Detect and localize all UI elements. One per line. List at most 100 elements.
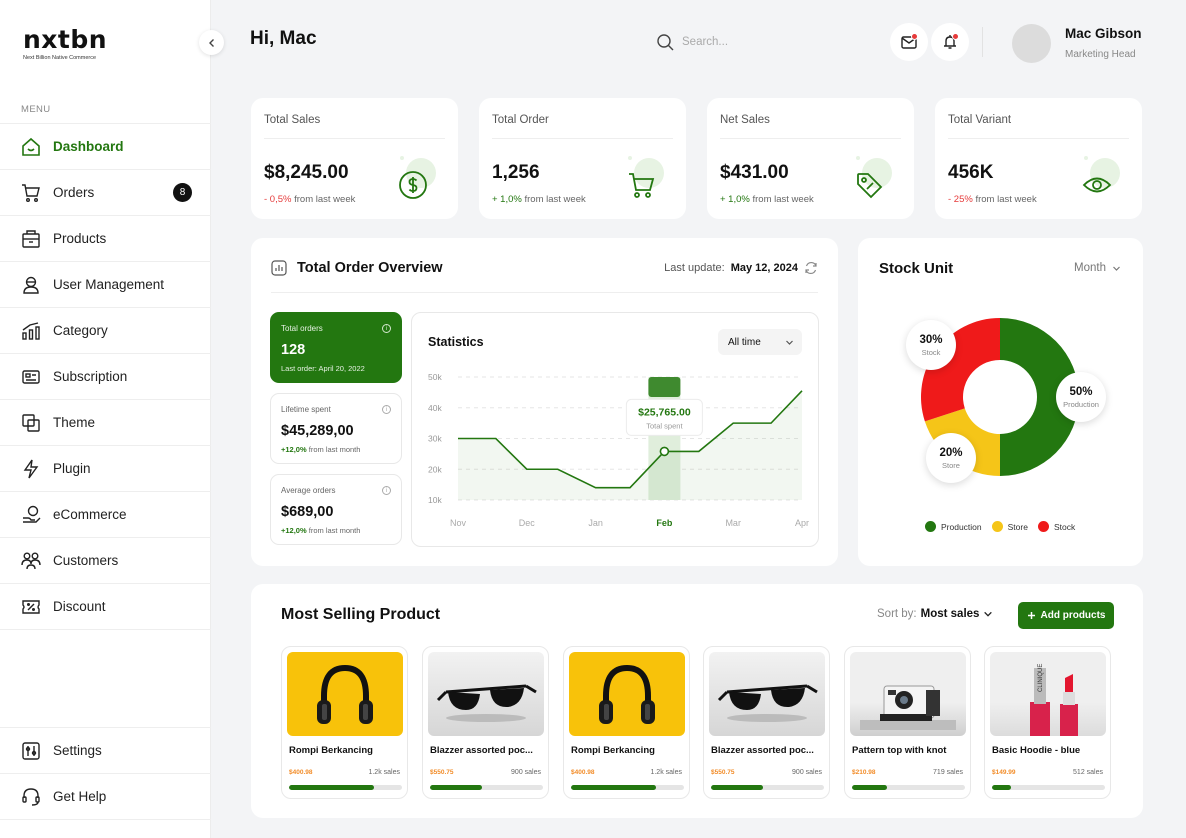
refresh-icon[interactable] [804,261,818,275]
last-update-date: May 12, 2024 [730,262,798,274]
search-placeholder: Search... [682,36,729,48]
layers-icon [21,413,41,433]
stat-change-value: + 1,0% [492,194,522,205]
user-role: Marketing Head [1065,49,1136,60]
stat-title: Total Sales [264,114,321,126]
slice-name: Store [942,460,960,470]
sidebar-item-subscription[interactable]: Subscription [0,354,211,400]
y-tick-label: 50k [428,372,442,382]
product-image[interactable] [709,652,825,736]
mini-value: $689,00 [281,504,334,520]
stock-label-bubble: 30% Stock [906,320,956,370]
add-products-button[interactable]: Add products [1018,602,1114,629]
product-name[interactable]: Blazzer assorted poc... [711,745,827,756]
sidebar-item-ecommerce[interactable]: eCommerce [0,492,211,538]
sidebar-item-plugin[interactable]: Plugin [0,446,211,492]
stat-change-value: - 25% [948,194,973,205]
brand-logo[interactable]: nxtbn Next Billion Native Commerce [23,25,108,62]
product-name[interactable]: Pattern top with knot [852,745,968,756]
slice-value: 30% [919,333,943,346]
user-name[interactable]: Mac Gibson [1065,26,1142,41]
mini-change: +12,0% [281,526,307,535]
lightning-icon [21,459,41,479]
sidebar-item-theme[interactable]: Theme [0,400,211,446]
stat-title: Total Variant [948,114,1012,126]
mini-value: $45,289,00 [281,423,354,439]
brand-name: nxtbn [23,25,108,54]
info-icon[interactable]: i [382,486,391,495]
legend-item: Production [925,521,982,532]
sales-progress-bar [289,785,402,790]
stat-change-value: + 1,0% [720,194,750,205]
sidebar-item-orders[interactable]: Orders 8 [0,170,211,216]
divider [720,138,901,139]
sidebar-item-products[interactable]: Products [0,216,211,262]
sidebar-item-customers[interactable]: Customers [0,538,211,584]
notification-dot [952,33,959,40]
search-icon [657,34,674,51]
sidebar-item-user-management[interactable]: User Management [0,262,211,308]
average-orders-card: Average orders i $689,00 +12,0% from las… [270,474,402,545]
product-name[interactable]: Basic Hoodie - blue [992,745,1108,756]
home-icon [21,137,41,157]
product-name[interactable]: Rompi Berkancing [571,745,687,756]
product-card[interactable]: Pattern top with knot $210.98 719 sales [844,646,971,799]
mini-label: Total orders [281,324,323,333]
product-card[interactable]: Blazzer assorted poc... $550.75 900 sales [703,646,830,799]
stat-value: 456K [948,162,994,183]
sales-progress-fill [992,785,1012,790]
y-tick-label: 30k [428,434,442,444]
user-icon [21,275,41,295]
info-icon[interactable]: i [382,405,391,414]
sidebar-item-category[interactable]: Category [0,308,211,354]
stat-change: - 25% from last week [948,194,1037,205]
sidebar-item-discount[interactable]: Discount [0,584,211,630]
sales-progress-bar [430,785,543,790]
sidebar-item-dashboard[interactable]: Dashboard [0,124,211,170]
product-image[interactable] [428,652,544,736]
ticket-icon [21,597,41,617]
sidebar: nxtbn Next Billion Native Commerce MENU … [0,0,211,838]
divider [948,138,1129,139]
sidebar-item-get-help[interactable]: Get Help [0,774,211,820]
sales-progress-bar [852,785,965,790]
avatar[interactable] [1012,24,1051,63]
most-selling-card: Most Selling Product Sort by: Most sales… [251,584,1143,818]
sidebar-item-settings[interactable]: Settings [0,728,211,774]
stat-change-suffix: from last week [975,194,1037,205]
last-update-label: Last update: [664,262,725,274]
sales-progress-fill [571,785,656,790]
sidebar-item-label: Category [53,323,108,338]
product-image[interactable] [569,652,685,736]
product-image[interactable] [287,652,403,736]
product-card[interactable]: Blazzer assorted poc... $550.75 900 sales [422,646,549,799]
users-icon [21,551,41,571]
messages-button[interactable] [890,23,928,61]
card-icon [21,367,41,387]
product-name[interactable]: Rompi Berkancing [289,745,405,756]
cart-icon [622,156,664,200]
store-label-bubble: 20% Store [926,433,976,483]
info-icon[interactable]: i [382,324,391,333]
sidebar-item-label: Settings [53,743,102,758]
stat-change-value: - 0,5% [264,194,292,205]
page-greeting: Hi, Mac [250,28,317,49]
sort-label: Sort by: [877,608,917,620]
product-card[interactable]: Rompi Berkancing $400.98 1.2k sales [563,646,690,799]
section-title: Most Selling Product [281,606,441,623]
collapse-sidebar-button[interactable] [199,30,224,55]
product-card[interactable]: CLINIQUE Basic Hoodie - blue $149.99 512 sa… [984,646,1111,799]
product-image[interactable] [850,652,966,736]
mini-sub: Last order: April 20, 2022 [281,364,365,373]
brand-tagline: Next Billion Native Commerce [23,55,97,61]
search-input[interactable]: Search... [656,33,728,51]
x-tick-label: Apr [795,518,809,528]
product-image[interactable]: CLINIQUE [990,652,1106,736]
product-name[interactable]: Blazzer assorted poc... [430,745,546,756]
notifications-button[interactable] [931,23,969,61]
headset-icon [21,787,41,807]
legend-item: Store [991,521,1028,532]
product-card[interactable]: Rompi Berkancing $400.98 1.2k sales [281,646,408,799]
sort-dropdown[interactable]: Sort by: Most sales [877,608,993,620]
sidebar-item-label: User Management [53,277,165,292]
